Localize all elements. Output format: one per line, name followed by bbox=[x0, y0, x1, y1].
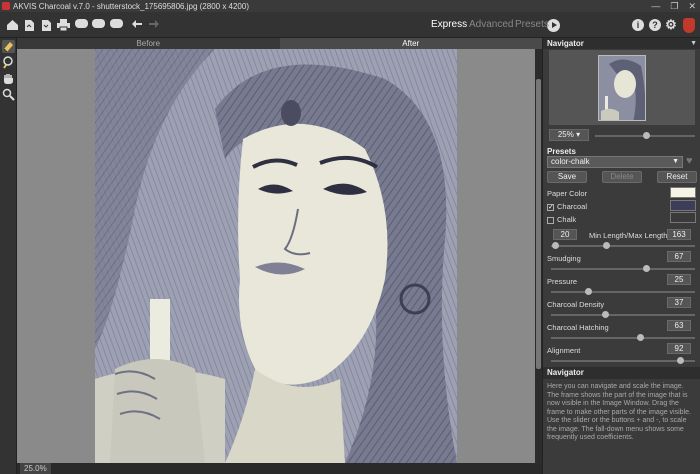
charcoal-hatching-field[interactable]: 63 bbox=[667, 320, 691, 331]
slider-knob[interactable] bbox=[643, 132, 651, 139]
max-length-knob[interactable] bbox=[603, 242, 610, 249]
save-icon[interactable] bbox=[40, 19, 53, 31]
favorite-heart-icon[interactable]: ♥ bbox=[686, 155, 693, 167]
home-icon[interactable] bbox=[6, 19, 19, 31]
alignment-field[interactable]: 92 bbox=[667, 343, 691, 354]
app-icon bbox=[2, 2, 10, 10]
tool-strip bbox=[0, 38, 17, 474]
alignment-knob[interactable] bbox=[677, 357, 685, 364]
status-bar: 25.0% bbox=[17, 463, 542, 474]
charcoal-hatching-label: Charcoal Hatching bbox=[547, 323, 609, 332]
delete-preset-button[interactable]: Delete bbox=[602, 171, 642, 183]
smudging-slider[interactable] bbox=[551, 265, 695, 272]
chalk-color-swatch[interactable] bbox=[670, 212, 696, 223]
collapse-icon[interactable]: ▼ bbox=[690, 38, 697, 49]
tab-presets[interactable]: Presets bbox=[515, 19, 549, 31]
tab-after[interactable]: After bbox=[279, 38, 542, 49]
zoom-icon[interactable] bbox=[2, 88, 15, 101]
plugin-icon[interactable] bbox=[110, 19, 123, 31]
result-image[interactable] bbox=[95, 49, 457, 463]
window-title: AKVIS Charcoal v.7.0 - shutterstock_1756… bbox=[13, 1, 249, 11]
tab-before[interactable]: Before bbox=[17, 38, 280, 49]
tab-express[interactable]: Express bbox=[431, 19, 467, 31]
title-bar: AKVIS Charcoal v.7.0 - shutterstock_1756… bbox=[0, 0, 700, 12]
charcoal-density-slider[interactable] bbox=[551, 311, 695, 318]
charcoal-hatching-slider[interactable] bbox=[551, 334, 695, 341]
print-icon[interactable] bbox=[57, 19, 70, 32]
max-length-field[interactable]: 163 bbox=[667, 229, 691, 240]
presets-label: Presets bbox=[547, 147, 576, 156]
before-after-tabs: Before After bbox=[17, 38, 542, 49]
batch-icon[interactable] bbox=[92, 19, 105, 31]
charcoal-color-swatch[interactable] bbox=[670, 200, 696, 211]
pressure-label: Pressure bbox=[547, 277, 578, 286]
reset-preset-button[interactable]: Reset bbox=[657, 171, 697, 183]
chalk-checkbox[interactable]: Chalk bbox=[547, 215, 576, 224]
undo-icon[interactable] bbox=[130, 19, 143, 31]
help-text: Here you can navigate and scale the imag… bbox=[547, 383, 691, 441]
minimize-button[interactable]: — bbox=[651, 0, 660, 12]
redo-icon[interactable] bbox=[147, 19, 160, 31]
paper-color-swatch[interactable] bbox=[670, 187, 696, 198]
navigator-header: Navigator ▼ bbox=[543, 38, 700, 49]
charcoal-checkbox[interactable]: ✓ Charcoal bbox=[547, 202, 587, 211]
tab-advanced[interactable]: Advanced bbox=[469, 19, 513, 31]
charcoal-check-icon[interactable]: ✓ bbox=[547, 203, 554, 211]
history-brush-icon[interactable] bbox=[2, 56, 15, 69]
chevron-down-icon: ▼ bbox=[672, 158, 679, 165]
smudging-knob[interactable] bbox=[642, 265, 650, 272]
help-header: Navigator bbox=[543, 367, 700, 379]
pressure-field[interactable]: 25 bbox=[667, 274, 691, 285]
smudging-field[interactable]: 67 bbox=[667, 251, 691, 262]
paper-color-label: Paper Color bbox=[547, 189, 588, 198]
charcoal-density-knob[interactable] bbox=[601, 311, 609, 318]
settings-icon[interactable]: ⚙ bbox=[665, 18, 677, 31]
save-preset-button[interactable]: Save bbox=[547, 171, 587, 183]
pressure-knob[interactable] bbox=[585, 288, 593, 295]
length-range-slider[interactable] bbox=[551, 242, 695, 249]
run-icon[interactable] bbox=[547, 19, 560, 32]
main-toolbar: Express Advanced Presets i ? ⚙ bbox=[0, 12, 700, 38]
smudging-label: Smudging bbox=[547, 254, 581, 263]
hand-icon[interactable] bbox=[2, 72, 15, 85]
help-icon[interactable]: ? bbox=[649, 19, 661, 31]
navigator-title: Navigator bbox=[547, 39, 584, 48]
min-max-length-label: Min Length/Max Length bbox=[589, 231, 668, 240]
alignment-label: Alignment bbox=[547, 346, 581, 355]
navigator-zoom-select[interactable]: 25% ▾ bbox=[549, 129, 589, 141]
info-icon[interactable]: i bbox=[632, 19, 644, 31]
charcoal-density-field[interactable]: 37 bbox=[667, 297, 691, 308]
vertical-scrollbar[interactable] bbox=[535, 49, 542, 463]
zoom-level[interactable]: 25.0% bbox=[20, 463, 51, 474]
settings-panel: Navigator ▼ 25% ▾ Presets color-chalk ▼ … bbox=[542, 38, 700, 474]
charcoal-hatching-knob[interactable] bbox=[637, 334, 645, 341]
navigator-zoom-slider[interactable] bbox=[595, 132, 695, 139]
charcoal-density-label: Charcoal Density bbox=[547, 300, 605, 309]
alignment-slider[interactable] bbox=[551, 357, 695, 364]
eraser-icon[interactable] bbox=[2, 40, 15, 53]
share-icon[interactable] bbox=[75, 19, 88, 31]
min-length-field[interactable]: 20 bbox=[553, 229, 577, 240]
close-button[interactable]: ✕ bbox=[688, 0, 696, 12]
maximize-button[interactable]: ❐ bbox=[670, 0, 678, 12]
pressure-slider[interactable] bbox=[551, 288, 695, 295]
preset-selected: color-chalk bbox=[551, 157, 590, 166]
min-length-knob[interactable] bbox=[552, 242, 559, 249]
scrollbar-thumb[interactable] bbox=[536, 79, 541, 369]
akvis-logo[interactable] bbox=[683, 18, 695, 33]
open-icon[interactable] bbox=[23, 19, 36, 31]
preset-dropdown[interactable]: color-chalk ▼ bbox=[547, 156, 683, 168]
chalk-check-icon[interactable] bbox=[547, 216, 554, 224]
navigator-preview[interactable] bbox=[549, 50, 695, 125]
navigator-thumbnail[interactable] bbox=[598, 55, 646, 121]
